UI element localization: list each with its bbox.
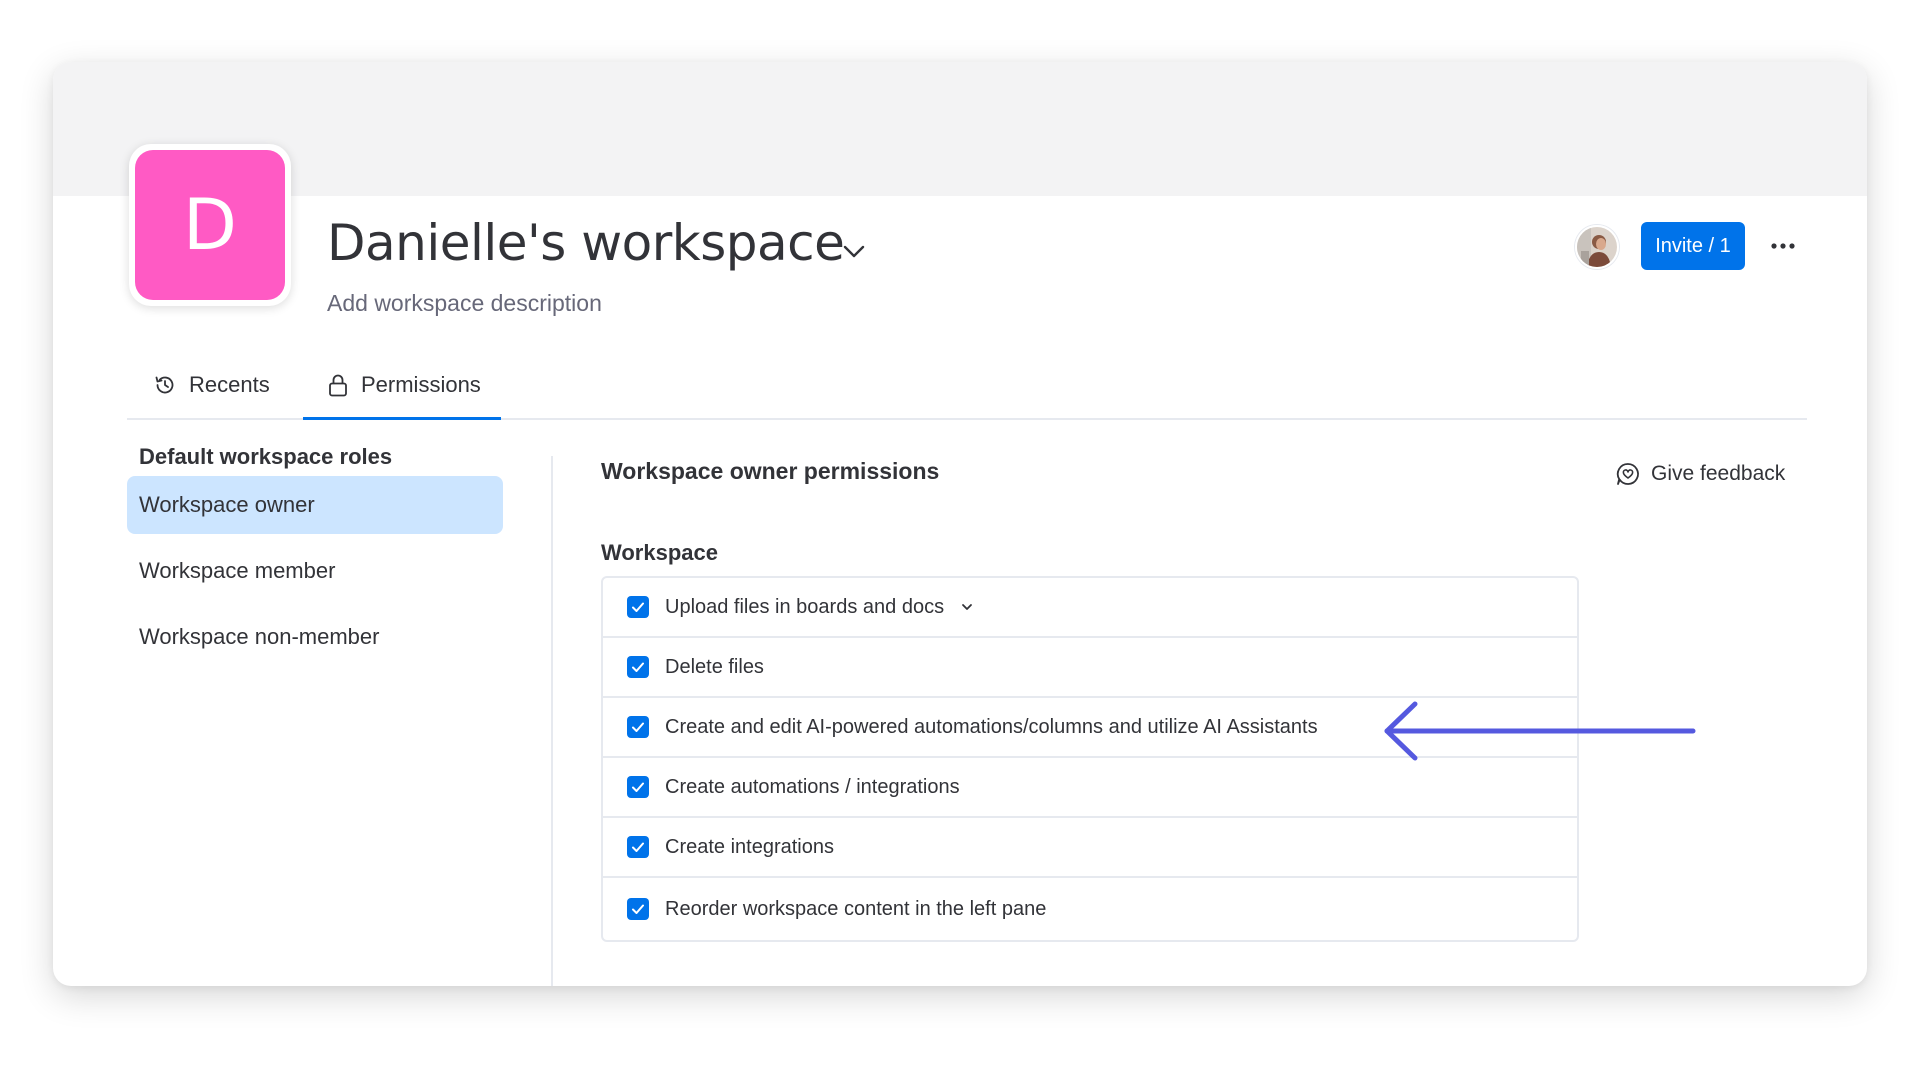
checkmark-icon xyxy=(632,722,644,732)
permission-row: Create integrations xyxy=(603,818,1577,878)
tab-permissions-label: Permissions xyxy=(361,372,481,397)
permission-label: Delete files xyxy=(665,655,764,678)
permissions-title: Workspace owner permissions xyxy=(601,458,940,484)
tab-recents[interactable]: Recents xyxy=(153,352,270,418)
roles-heading: Default workspace roles xyxy=(139,444,393,469)
invite-button[interactable]: Invite / 1 xyxy=(1641,222,1745,270)
pane-divider xyxy=(551,456,553,986)
checkbox-checked[interactable] xyxy=(627,656,649,678)
give-feedback-button[interactable]: Give feedback xyxy=(1615,461,1785,487)
history-icon xyxy=(155,376,174,394)
permission-group-title: Workspace xyxy=(601,540,718,565)
checkbox-checked[interactable] xyxy=(627,776,649,798)
permission-label: Create integrations xyxy=(665,835,834,858)
checkmark-icon xyxy=(632,904,644,914)
workspace-card: D Danielle's workspace Add workspace des… xyxy=(53,62,1867,986)
workspace-description-field[interactable]: Add workspace description xyxy=(327,290,602,317)
checkmark-icon xyxy=(632,602,644,612)
permission-label: Reorder workspace content in the left pa… xyxy=(665,897,1047,920)
checkbox-checked[interactable] xyxy=(627,836,649,858)
workspace-avatar-letter: D xyxy=(135,150,285,300)
workspace-avatar[interactable]: D xyxy=(129,144,291,306)
give-feedback-label: Give feedback xyxy=(1651,462,1786,485)
checkbox-checked[interactable] xyxy=(627,596,649,618)
workspace-title[interactable]: Danielle's workspace xyxy=(327,214,845,272)
tab-permissions[interactable]: Permissions xyxy=(303,352,501,420)
checkmark-icon xyxy=(632,662,644,672)
role-workspace-member[interactable]: Workspace member xyxy=(127,542,503,600)
chevron-down-icon[interactable] xyxy=(958,598,976,616)
lock-icon xyxy=(329,374,347,397)
workspace-tabs: Recents Permissions xyxy=(127,352,1807,420)
more-dots-icon[interactable] xyxy=(1763,230,1803,262)
checkmark-icon xyxy=(632,782,644,792)
checkbox-checked[interactable] xyxy=(627,716,649,738)
permission-label: Create automations / integrations xyxy=(665,775,960,798)
permission-row: Reorder workspace content in the left pa… xyxy=(603,878,1577,940)
checkbox-checked[interactable] xyxy=(627,898,649,920)
permission-row: Create automations / integrations xyxy=(603,758,1577,818)
role-workspace-non-member[interactable]: Workspace non-member xyxy=(127,608,503,666)
permission-row: Upload files in boards and docs xyxy=(603,578,1577,638)
tab-recents-label: Recents xyxy=(189,372,270,397)
chevron-down-icon[interactable] xyxy=(839,236,869,266)
permission-row: Create and edit AI-powered automations/c… xyxy=(603,698,1577,758)
user-avatar[interactable] xyxy=(1575,225,1619,269)
workspace-banner xyxy=(53,62,1867,196)
permission-label: Upload files in boards and docs xyxy=(665,595,945,618)
feedback-icon xyxy=(1616,463,1639,485)
permissions-list: Upload files in boards and docs Delete f… xyxy=(601,576,1579,942)
checkmark-icon xyxy=(632,842,644,852)
role-workspace-owner[interactable]: Workspace owner xyxy=(127,476,503,534)
permission-row: Delete files xyxy=(603,638,1577,698)
user-photo-icon xyxy=(1577,227,1617,267)
permission-label: Create and edit AI-powered automations/c… xyxy=(665,715,1318,738)
